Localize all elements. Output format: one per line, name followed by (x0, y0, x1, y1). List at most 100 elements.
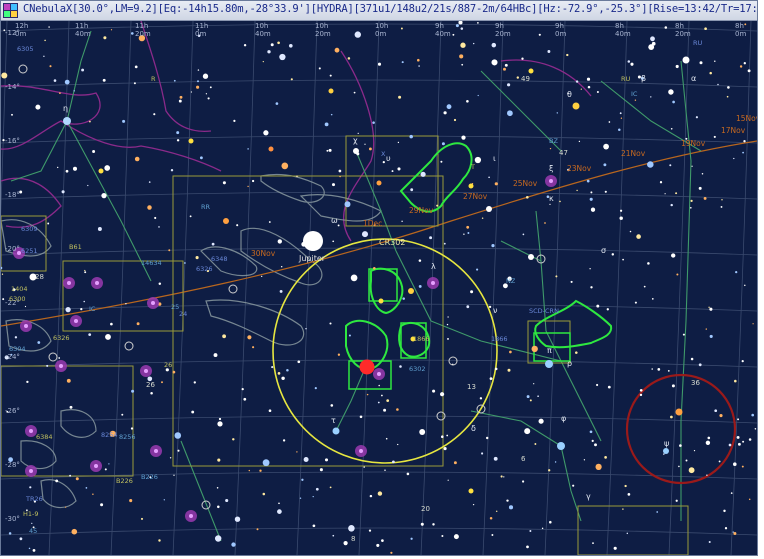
star (366, 393, 369, 396)
star (675, 192, 678, 195)
bright-star[interactable] (682, 56, 690, 64)
star-chart-canvas[interactable]: Jupiter CR302 12h0m11h40m11h20m11h0m10h4… (1, 21, 757, 555)
star (446, 434, 449, 437)
star (153, 113, 156, 116)
star (453, 534, 459, 540)
object-label: 6251 (21, 247, 38, 255)
jupiter-planet[interactable] (303, 231, 323, 251)
star (179, 95, 183, 99)
star (744, 23, 747, 26)
star (217, 458, 221, 462)
bright-star[interactable] (63, 117, 71, 125)
star (399, 365, 402, 368)
object-label: 45 (29, 527, 37, 535)
star (726, 95, 729, 98)
fov-circle[interactable] (272, 238, 498, 464)
bright-star[interactable] (486, 206, 492, 212)
star (670, 415, 673, 419)
star (676, 273, 679, 276)
bright-star[interactable] (376, 180, 382, 186)
star (509, 350, 512, 354)
object-label: SCD-CRN (529, 307, 559, 315)
star (521, 57, 524, 60)
star (108, 463, 110, 465)
ra-minutes-label: 20m (495, 30, 511, 38)
star (49, 65, 52, 68)
star-greek-label: λ (431, 262, 436, 271)
star-greek-label: π (547, 346, 552, 355)
star (397, 443, 399, 446)
cluster-marker[interactable] (48, 352, 58, 362)
star (664, 193, 666, 195)
star (134, 65, 138, 69)
star (252, 346, 255, 349)
star (453, 118, 457, 122)
ra-gridline (1, 21, 8, 217)
bright-star[interactable] (545, 360, 553, 368)
dec-label: -30° (5, 515, 20, 523)
star (441, 534, 444, 538)
star (48, 26, 50, 28)
star (150, 392, 153, 395)
ra-gridline (544, 21, 566, 555)
red-sun-marker[interactable] (359, 359, 375, 375)
star (489, 377, 493, 380)
bright-star[interactable] (663, 448, 669, 454)
dec-label: -12° (5, 29, 20, 37)
bright-star[interactable] (675, 408, 683, 416)
star (447, 316, 449, 318)
star (1, 273, 4, 275)
star (170, 169, 174, 172)
bright-star[interactable] (328, 88, 334, 94)
star (183, 262, 186, 264)
star (202, 73, 209, 79)
star (214, 535, 222, 542)
star (477, 94, 479, 97)
constellation-line (180, 440, 222, 542)
star-greek-label: ι (493, 154, 496, 163)
star (472, 503, 475, 506)
bright-star[interactable] (268, 146, 274, 152)
star (154, 216, 157, 220)
star (538, 418, 544, 424)
star-chart[interactable]: Jupiter CR302 12h 0m 11h 40m 11h 20m 11h 0m 10h 4… (1, 21, 757, 555)
cluster-marker[interactable] (124, 341, 134, 351)
star (268, 221, 271, 223)
star (312, 524, 316, 528)
star (698, 186, 702, 190)
star (466, 225, 470, 229)
ra-label: 9h (435, 22, 444, 30)
star (524, 428, 531, 435)
star (481, 452, 484, 455)
star (176, 131, 180, 135)
star (751, 413, 755, 417)
bright-star[interactable] (332, 427, 340, 435)
bright-star[interactable] (223, 218, 229, 224)
bright-star[interactable] (528, 254, 534, 260)
star (436, 204, 439, 207)
ecliptic-line (1, 140, 757, 327)
bright-star[interactable] (408, 288, 414, 294)
galaxy-core (189, 514, 193, 518)
cluster-marker[interactable] (18, 64, 28, 74)
bright-star[interactable] (353, 148, 359, 154)
object-label: 8254 (101, 431, 118, 439)
star (432, 523, 435, 526)
dec-label: -26° (5, 407, 20, 415)
bright-star[interactable] (572, 102, 580, 110)
star (611, 253, 615, 256)
ra-label: 10h (315, 22, 328, 30)
star (133, 82, 136, 85)
star (173, 474, 175, 476)
star (378, 384, 380, 387)
star-greek-label: ρ (567, 359, 572, 368)
star (234, 516, 241, 522)
cluster-marker[interactable] (228, 284, 238, 294)
star (193, 381, 196, 384)
bright-star[interactable] (557, 442, 565, 450)
star (466, 305, 470, 309)
star (604, 456, 607, 459)
star (596, 90, 599, 94)
star (650, 36, 655, 42)
title-bar[interactable]: CNebulaX[30.0°,LM=9.2][Eq:-14h15.80m,-28… (1, 1, 757, 21)
